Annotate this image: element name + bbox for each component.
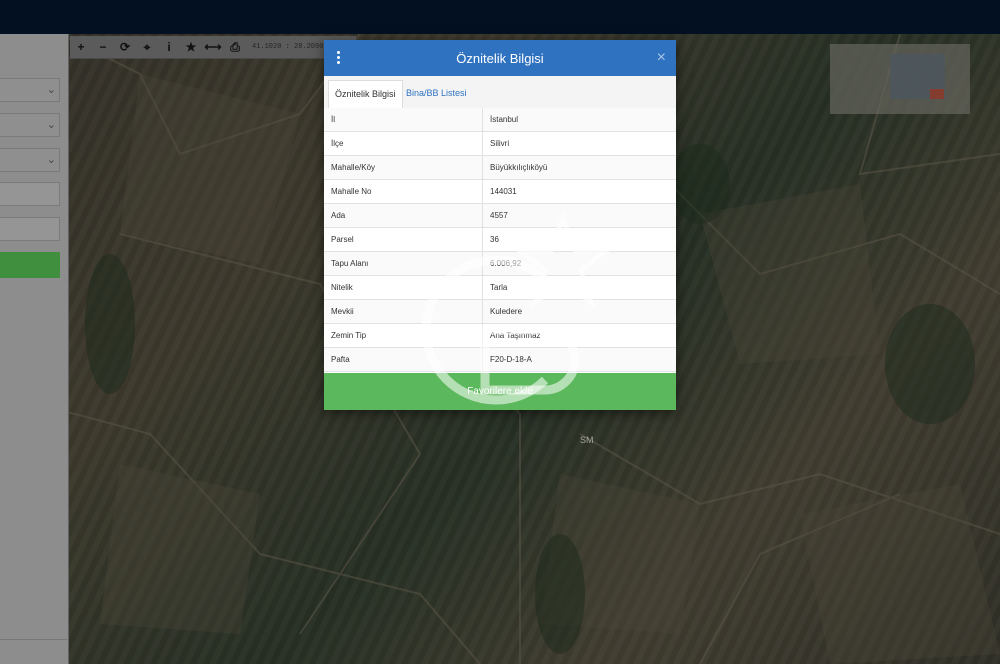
table-row: Mevkii Kuledere <box>324 299 676 324</box>
table-row: Parsel 36 <box>324 227 676 252</box>
attribute-value: 6.006,92 <box>482 251 676 276</box>
table-row: Ada 4557 <box>324 203 676 228</box>
attribute-table: İl İstanbul İlçe Silivri Mahalle/Köy Büyükkıl… <box>324 108 676 372</box>
table-row: Tapu Alanı 6.006,92 <box>324 251 676 276</box>
chevron-down-icon: ⌄ <box>46 84 56 96</box>
top-bar <box>0 0 1000 34</box>
panel-divider <box>0 639 67 640</box>
close-icon[interactable]: × <box>657 49 666 67</box>
kebab-menu-icon[interactable] <box>336 51 342 65</box>
query-button[interactable] <box>0 252 60 278</box>
attribute-key: Pafta <box>324 347 483 372</box>
chevron-down-icon: ⌄ <box>46 154 56 166</box>
attribute-key: İl <box>324 108 483 132</box>
attribute-value: 4557 <box>482 203 676 228</box>
attribute-key: Mevkii <box>324 299 483 324</box>
table-row: Mahalle No 144031 <box>324 179 676 204</box>
attribute-key: Nitelik <box>324 275 483 300</box>
tab-attribute-info[interactable]: Öznitelik Bilgisi <box>328 80 403 109</box>
attribute-key: Mahalle/Köy <box>324 155 483 180</box>
attribute-key: Mahalle No <box>324 179 483 204</box>
attribute-value: Büyükkılıçlıköyü <box>482 155 676 180</box>
attribute-value: Ana Taşınmaz <box>482 323 676 348</box>
table-row: Mahalle/Köy Büyükkılıçlıköyü <box>324 155 676 180</box>
attribute-dialog: Öznitelik Bilgisi × Öznitelik Bilgisi Bi… <box>324 40 676 410</box>
attribute-value: 36 <box>482 227 676 252</box>
attribute-value: İstanbul <box>482 108 676 132</box>
table-row: İl İstanbul <box>324 108 676 132</box>
table-row: Pafta F20-D-18-A <box>324 347 676 372</box>
left-panel: ⌄ ⌄ ⌄ <box>0 34 69 664</box>
table-row: Nitelik Tarla <box>324 275 676 300</box>
attribute-value: Tarla <box>482 275 676 300</box>
attribute-key: Parsel <box>324 227 483 252</box>
attribute-key: İlçe <box>324 131 483 156</box>
dialog-tabs: Öznitelik Bilgisi Bina/BB Listesi <box>324 76 676 109</box>
filter-select-2[interactable]: ⌄ <box>0 113 60 137</box>
filter-input-1[interactable] <box>0 182 60 206</box>
attribute-key: Tapu Alanı <box>324 251 483 276</box>
filter-select-1[interactable]: ⌄ <box>0 78 60 102</box>
attribute-key: Zemin Tip <box>324 323 483 348</box>
attribute-value: F20-D-18-A <box>482 347 676 372</box>
tab-building-list[interactable]: Bina/BB Listesi <box>400 80 473 107</box>
attribute-value: Silivri <box>482 131 676 156</box>
attribute-value: Kuledere <box>482 299 676 324</box>
table-row: İlçe Silivri <box>324 131 676 156</box>
table-row: Zemin Tip Ana Taşınmaz <box>324 323 676 348</box>
add-to-favorites-button[interactable]: Favorilere ekle <box>324 373 676 410</box>
attribute-value: 144031 <box>482 179 676 204</box>
chevron-down-icon: ⌄ <box>46 119 56 131</box>
dialog-title: Öznitelik Bilgisi <box>456 50 544 66</box>
attribute-key: Ada <box>324 203 483 228</box>
filter-input-2[interactable] <box>0 217 60 241</box>
filter-select-3[interactable]: ⌄ <box>0 148 60 172</box>
dialog-header: Öznitelik Bilgisi × <box>324 40 676 76</box>
